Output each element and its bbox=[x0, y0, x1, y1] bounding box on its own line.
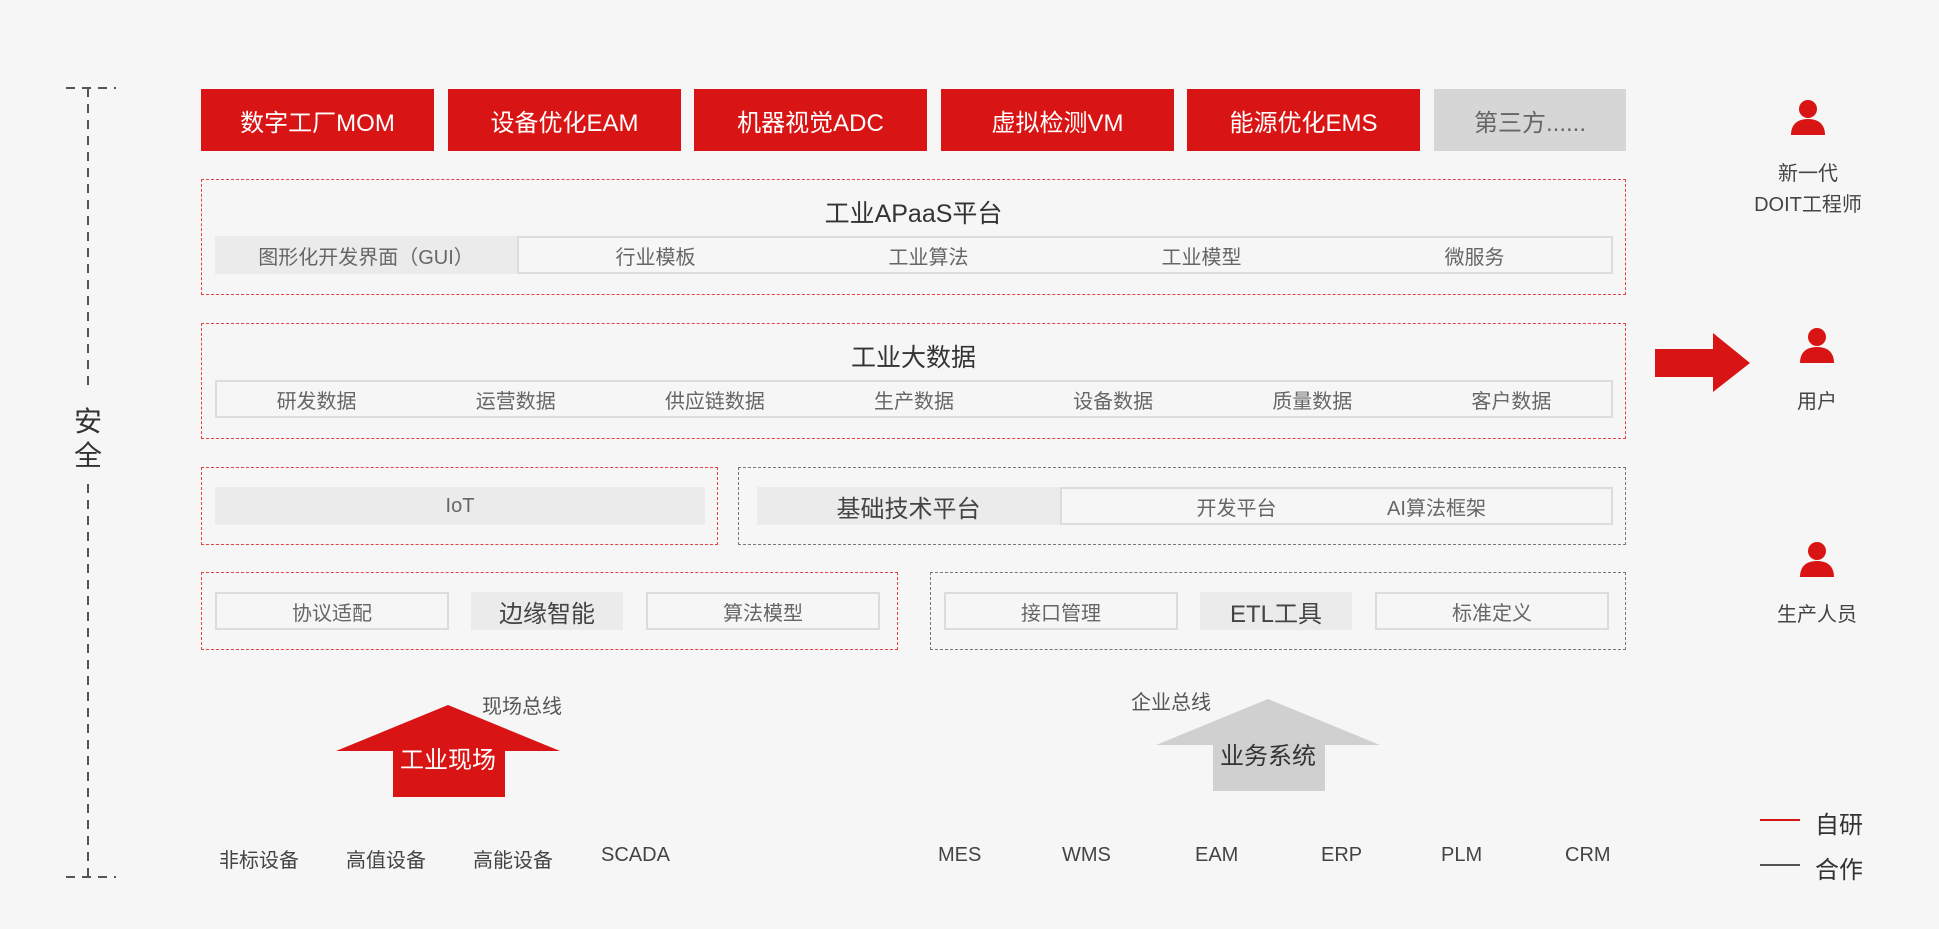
app-adc[interactable]: 机器视觉ADC bbox=[694, 89, 927, 151]
app-eam[interactable]: 设备优化EAM bbox=[448, 89, 681, 151]
user-engineer-line2: DOIT工程师 bbox=[1754, 194, 1862, 216]
user-engineer-line1: 新一代 bbox=[1778, 163, 1838, 185]
apaas-gui[interactable]: 图形化开发界面（GUI） bbox=[215, 236, 517, 274]
user-customer-label: 用户 bbox=[1797, 391, 1837, 413]
apaas-item-industrial-model[interactable]: 工业模型 bbox=[1065, 241, 1338, 270]
bigdata-item-production[interactable]: 生产数据 bbox=[814, 385, 1013, 414]
app-mom[interactable]: 数字工厂MOM bbox=[201, 89, 434, 151]
apaas-title: 工业APaaS平台 bbox=[824, 200, 1003, 228]
field-label: 工业现场 bbox=[400, 747, 496, 774]
device-scada: SCADA bbox=[601, 844, 670, 866]
bigdata-item-operation[interactable]: 运营数据 bbox=[416, 385, 615, 414]
base-platform-title[interactable]: 基础技术平台 bbox=[757, 487, 1060, 525]
base-item-dev-platform[interactable]: 开发平台 bbox=[1137, 492, 1337, 521]
system-plm: PLM bbox=[1441, 844, 1483, 866]
bigdata-item-quality[interactable]: 质量数据 bbox=[1213, 385, 1412, 414]
device-nonstandard: 非标设备 bbox=[219, 850, 299, 872]
app-ems[interactable]: 能源优化EMS bbox=[1187, 89, 1420, 151]
apaas-items-row: 行业模板 工业算法 工业模型 微服务 bbox=[517, 236, 1613, 274]
user-icon bbox=[1800, 328, 1834, 363]
security-label: 安全 bbox=[73, 406, 102, 471]
system-erp: ERP bbox=[1321, 844, 1363, 866]
bigdata-items-row: 研发数据 运营数据 供应链数据 生产数据 设备数据 质量数据 客户数据 bbox=[215, 380, 1613, 418]
system-mes: MES bbox=[938, 844, 982, 866]
system-wms: WMS bbox=[1062, 844, 1111, 866]
app-vm[interactable]: 虚拟检测VM bbox=[941, 89, 1174, 151]
device-high-value: 高值设备 bbox=[346, 850, 426, 872]
user-icon bbox=[1800, 542, 1834, 577]
system-crm: CRM bbox=[1565, 844, 1611, 866]
legend-partner-label: 合作 bbox=[1815, 857, 1863, 884]
apaas-item-industrial-algorithm[interactable]: 工业算法 bbox=[792, 241, 1065, 270]
etl-standard-definition[interactable]: 标准定义 bbox=[1375, 592, 1609, 630]
legend-partner-line bbox=[1760, 864, 1800, 866]
bigdata-item-equipment[interactable]: 设备数据 bbox=[1014, 385, 1213, 414]
bigdata-item-supply-chain[interactable]: 供应链数据 bbox=[615, 385, 814, 414]
iot-box[interactable]: IoT bbox=[215, 487, 705, 525]
bigdata-item-customer[interactable]: 客户数据 bbox=[1412, 385, 1611, 414]
app-third-party[interactable]: 第三方...... bbox=[1434, 89, 1626, 151]
business-label: 业务系统 bbox=[1220, 743, 1316, 770]
edge-protocol-adapter[interactable]: 协议适配 bbox=[215, 592, 449, 630]
apaas-item-microservice[interactable]: 微服务 bbox=[1338, 241, 1611, 270]
user-production-label: 生产人员 bbox=[1777, 604, 1857, 626]
etl-tool[interactable]: ETL工具 bbox=[1200, 592, 1352, 630]
edge-intelligence[interactable]: 边缘智能 bbox=[471, 592, 623, 630]
bigdata-item-rnd[interactable]: 研发数据 bbox=[217, 385, 416, 414]
right-arrow bbox=[1655, 333, 1750, 392]
base-platform-items-row: 开发平台 AI算法框架 bbox=[1060, 487, 1613, 525]
security-bracket bbox=[64, 86, 124, 882]
etl-interface-management[interactable]: 接口管理 bbox=[944, 592, 1178, 630]
edge-algorithm-model[interactable]: 算法模型 bbox=[646, 592, 880, 630]
system-eam: EAM bbox=[1195, 844, 1239, 866]
apaas-item-industry-template[interactable]: 行业模板 bbox=[519, 241, 792, 270]
user-icon bbox=[1791, 100, 1825, 135]
bigdata-title: 工业大数据 bbox=[850, 344, 976, 372]
base-item-ai-framework[interactable]: AI算法框架 bbox=[1337, 492, 1537, 521]
business-bus-label: 企业总线 bbox=[1131, 692, 1211, 714]
device-high-energy: 高能设备 bbox=[473, 850, 553, 872]
security-bracket-lines bbox=[66, 87, 116, 878]
legend-self-label: 自研 bbox=[1815, 812, 1863, 839]
legend-self-line bbox=[1760, 819, 1800, 821]
field-bus-label: 现场总线 bbox=[482, 696, 562, 718]
